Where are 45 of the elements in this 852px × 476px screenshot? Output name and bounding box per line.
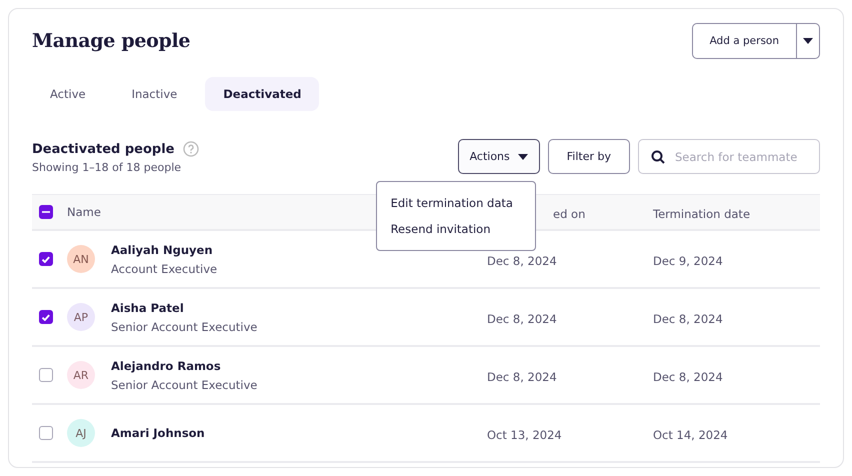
- person-name: Aaliyah Nguyen: [111, 242, 214, 256]
- table-cell: Dec 8, 2024: [487, 312, 557, 326]
- search-icon: [651, 150, 665, 164]
- table-cell: Dec 8, 2024: [487, 254, 557, 268]
- tab[interactable]: Inactive: [114, 77, 196, 111]
- row-checkbox[interactable]: [39, 368, 53, 382]
- avatar: AP: [67, 303, 95, 331]
- checkmark-icon: [42, 256, 50, 262]
- column-header: Termination date: [653, 206, 750, 220]
- select-all-checkbox[interactable]: [39, 205, 53, 219]
- job-title: Account Executive: [111, 262, 218, 276]
- add-person-button[interactable]: Add a person: [692, 24, 797, 58]
- checkmark-icon: [42, 314, 50, 320]
- results-count: Showing 1–18 of 18 people: [32, 161, 182, 174]
- person-name: Amari Johnson: [111, 426, 205, 440]
- menu-item[interactable]: Resend invitation: [376, 216, 535, 242]
- table-cell: Oct 14, 2024: [653, 428, 728, 442]
- row-checkbox[interactable]: [39, 252, 53, 266]
- row-checkbox[interactable]: [39, 310, 53, 324]
- caret-icon: [518, 154, 528, 160]
- caret-icon: [803, 38, 813, 44]
- actions-button[interactable]: Actions: [458, 139, 540, 174]
- tab[interactable]: Active: [32, 77, 104, 111]
- person-name: Alejandro Ramos: [111, 358, 222, 372]
- job-title: Senior Account Executive: [111, 320, 258, 334]
- section-title: Deactivated people: [32, 142, 174, 156]
- filter-button[interactable]: Filter by: [548, 139, 630, 174]
- table-cell: Dec 9, 2024: [653, 254, 723, 268]
- table-cell: Dec 8, 2024: [487, 370, 557, 384]
- avatar: AR: [67, 361, 95, 389]
- search-field[interactable]: Search for teammate: [638, 139, 820, 174]
- minus-icon: [42, 211, 50, 213]
- row-checkbox[interactable]: [39, 426, 53, 440]
- menu-item[interactable]: Edit termination data: [376, 190, 535, 216]
- job-title: Senior Account Executive: [111, 378, 258, 392]
- person-name: Aisha Patel: [111, 300, 185, 314]
- table-cell: Dec 8, 2024: [653, 312, 723, 326]
- avatar: AN: [67, 245, 95, 273]
- page-title: Manage people: [32, 30, 190, 52]
- avatar: AJ: [67, 419, 95, 447]
- table-cell: Dec 8, 2024: [653, 370, 723, 384]
- table-cell: Oct 13, 2024: [487, 428, 562, 442]
- column-header: Name: [67, 205, 101, 219]
- column-header: ed on: [553, 206, 586, 220]
- tab[interactable]: Deactivated: [205, 77, 320, 111]
